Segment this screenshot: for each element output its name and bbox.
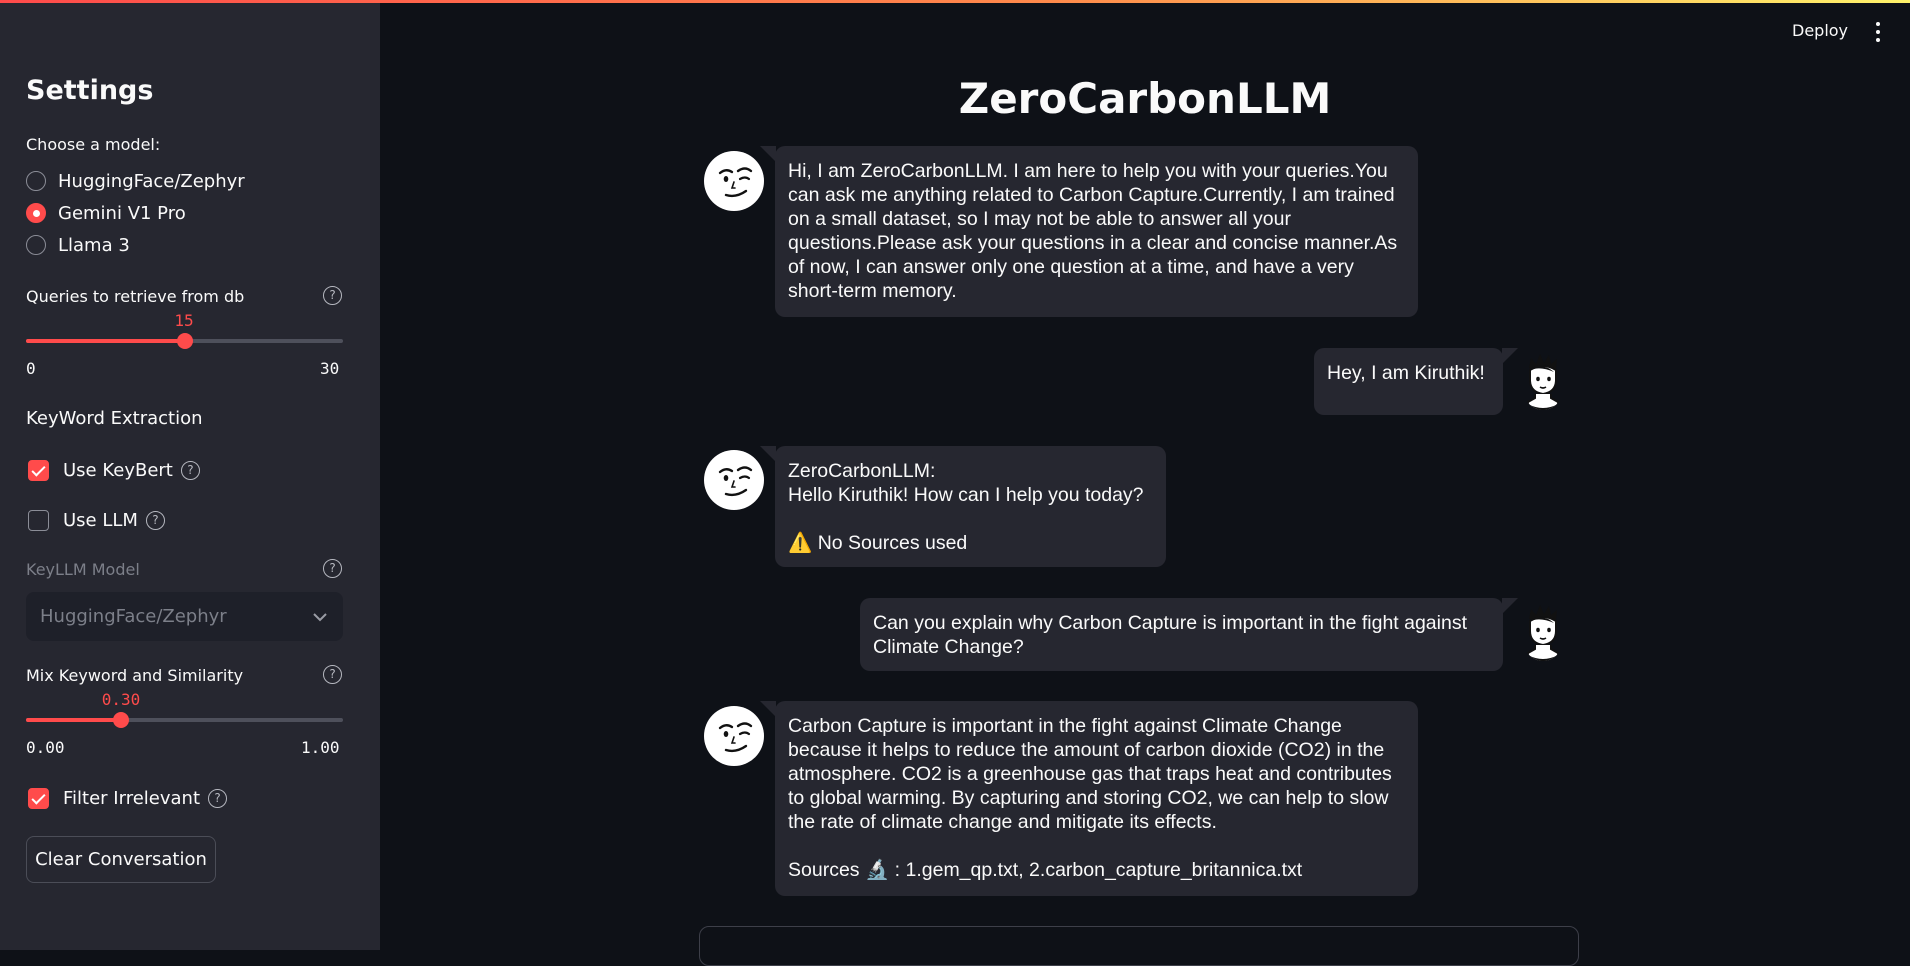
radio-label: Gemini V1 Pro (58, 202, 186, 224)
message-text: Can you explain why Carbon Capture is im… (873, 612, 1467, 658)
smirk-face-icon (718, 466, 753, 497)
model-select-label: Choose a model: (26, 135, 161, 154)
message-text: Carbon Capture is important in the fight… (788, 715, 1392, 833)
slider-thumb[interactable] (176, 333, 193, 349)
radio-model-zephyr[interactable]: HuggingFace/Zephyr (26, 168, 245, 194)
queries-slider[interactable] (26, 333, 343, 349)
queries-slider-max: 30 (320, 359, 340, 378)
slider-thumb[interactable] (113, 712, 130, 728)
checkbox[interactable] (28, 787, 49, 809)
mix-slider-min: 0.00 (26, 738, 65, 757)
user-avatar (1520, 601, 1566, 661)
more-options-icon[interactable] (1870, 20, 1886, 44)
radio-model-llama[interactable]: Llama 3 (26, 232, 130, 258)
chat-input[interactable] (699, 926, 1579, 966)
user-face-icon (1527, 354, 1559, 410)
checkbox-label: Use LLM (63, 509, 138, 531)
mix-slider[interactable] (26, 712, 343, 728)
use-keybert-checkbox[interactable]: Use KeyBert ? (28, 457, 200, 483)
message-text: Hi, I am ZeroCarbonLLM. I am here to hel… (788, 160, 1398, 302)
help-icon[interactable]: ? (145, 510, 165, 530)
filter-irrelevant-checkbox[interactable]: Filter Irrelevant ? (28, 785, 227, 811)
queries-slider-min: 0 (26, 359, 36, 378)
help-icon[interactable]: ? (323, 559, 342, 578)
message-sources-note: ⚠️ No Sources used (788, 532, 968, 554)
slider-fill (26, 718, 122, 722)
message-text: Hello Kiruthik! How can I help you today… (788, 484, 1144, 506)
checkbox[interactable] (28, 459, 49, 481)
sidebar: Settings Choose a model: HuggingFace/Zep… (0, 3, 380, 950)
mix-slider-max: 1.00 (301, 738, 340, 757)
keyword-section-heading: KeyWord Extraction (26, 408, 203, 429)
use-llm-checkbox[interactable]: Use LLM ? (28, 507, 165, 533)
assistant-avatar (704, 450, 764, 510)
checkbox[interactable] (28, 509, 49, 531)
clear-conversation-button[interactable]: Clear Conversation (26, 836, 216, 883)
queries-slider-value: 15 (174, 311, 194, 330)
assistant-message: Hi, I am ZeroCarbonLLM. I am here to hel… (760, 146, 1418, 317)
assistant-avatar (704, 706, 764, 766)
select-value: HuggingFace/Zephyr (40, 606, 227, 627)
message-sources: Sources 🔬 : 1.gem_qp.txt, 2.carbon_captu… (788, 859, 1303, 881)
radio-model-gemini[interactable]: Gemini V1 Pro (26, 200, 186, 226)
checkbox-label: Use KeyBert (63, 459, 173, 481)
radio-label: Llama 3 (58, 234, 130, 256)
user-message: Hey, I am Kiruthik! (1314, 348, 1518, 415)
user-avatar (1520, 350, 1566, 410)
help-icon[interactable]: ? (323, 665, 342, 684)
smirk-face-icon (718, 722, 753, 753)
radio-button[interactable] (26, 235, 46, 255)
keyllm-model-label: KeyLLM Model (26, 560, 140, 579)
radio-label: HuggingFace/Zephyr (58, 170, 245, 192)
queries-slider-label: Queries to retrieve from db (26, 287, 245, 306)
sidebar-title: Settings (26, 75, 154, 106)
help-icon[interactable]: ? (323, 286, 342, 305)
radio-button[interactable] (26, 171, 46, 191)
help-icon[interactable]: ? (208, 788, 227, 808)
slider-fill (26, 339, 185, 343)
assistant-message: ZeroCarbonLLM: Hello Kiruthik! How can I… (760, 446, 1166, 567)
assistant-message: Carbon Capture is important in the fight… (760, 701, 1418, 896)
help-icon[interactable]: ? (180, 460, 200, 480)
radio-button[interactable] (26, 203, 46, 223)
assistant-avatar (704, 151, 764, 211)
keyllm-model-select[interactable]: HuggingFace/Zephyr (26, 592, 343, 641)
deploy-button[interactable]: Deploy (1792, 21, 1848, 40)
smirk-face-icon (718, 167, 753, 198)
mix-slider-label: Mix Keyword and Similarity (26, 666, 244, 685)
chevron-down-icon (313, 606, 327, 627)
user-message: Can you explain why Carbon Capture is im… (860, 598, 1518, 671)
message-text: Hey, I am Kiruthik! (1327, 362, 1485, 384)
checkbox-label: Filter Irrelevant (63, 787, 200, 809)
page-title: ZeroCarbonLLM (958, 74, 1332, 123)
message-sender: ZeroCarbonLLM: (788, 460, 936, 482)
mix-slider-value: 0.30 (101, 690, 141, 709)
user-face-icon (1527, 605, 1559, 661)
